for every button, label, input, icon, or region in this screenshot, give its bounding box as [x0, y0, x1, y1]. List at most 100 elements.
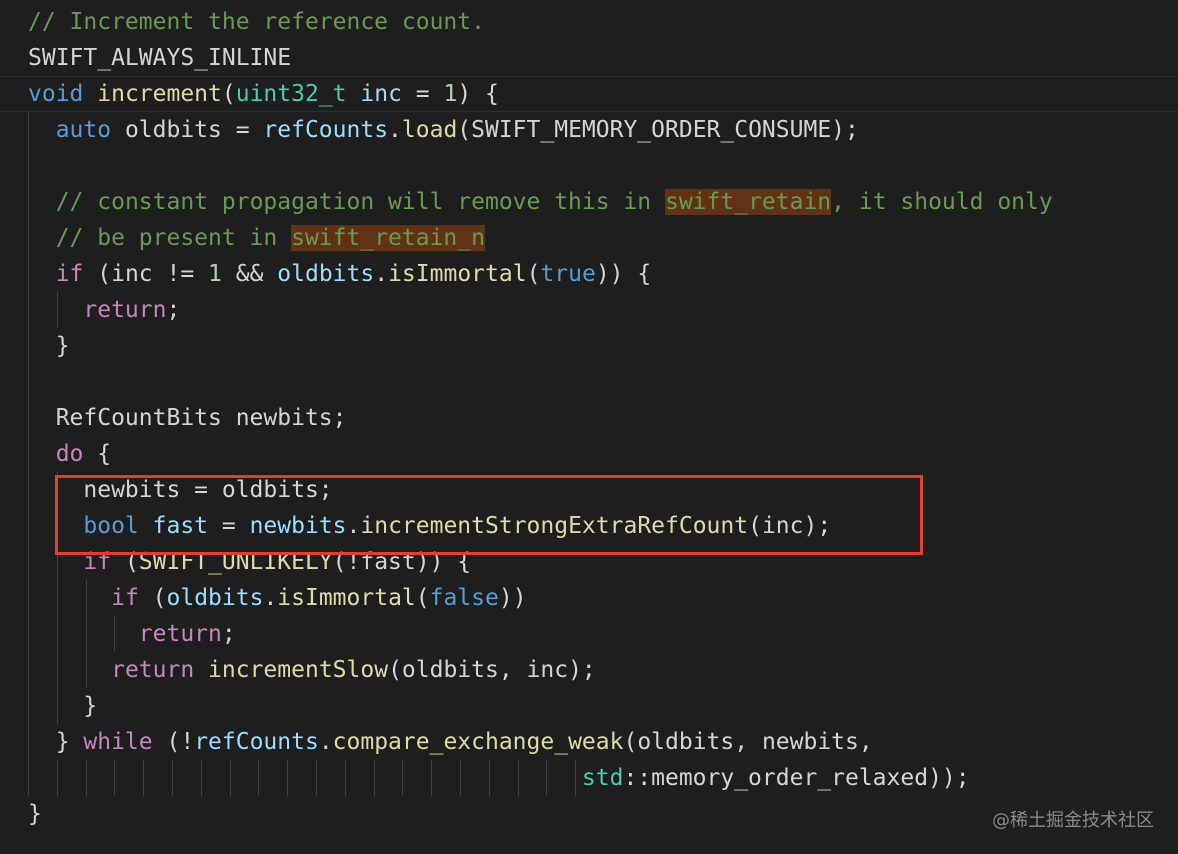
- code-token: SWIFT_UNLIKELY: [138, 549, 333, 575]
- code-line[interactable]: return;: [0, 616, 1178, 652]
- code-line[interactable]: if (oldbits.isImmortal(false)): [0, 580, 1178, 616]
- code-token: =: [401, 81, 444, 107]
- code-line[interactable]: // be present in swift_retain_n: [0, 220, 1178, 256]
- code-token: std: [581, 765, 624, 791]
- code-text: }: [28, 796, 42, 832]
- code-line[interactable]: if (SWIFT_UNLIKELY(!fast)) {: [0, 544, 1178, 580]
- code-token: }: [28, 333, 70, 359]
- code-token: increment: [97, 81, 222, 107]
- code-line[interactable]: std::memory_order_relaxed));: [0, 760, 1178, 796]
- code-token: compare_exchange_weak: [332, 729, 624, 755]
- code-line[interactable]: bool fast = newbits.incrementStrongExtra…: [0, 508, 1178, 544]
- code-text: }: [28, 328, 70, 364]
- code-token: )) {: [595, 261, 652, 287]
- code-text: void increment(uint32_t inc = 1) {: [28, 77, 499, 111]
- code-token: RefCountBits newbits;: [28, 405, 347, 431]
- code-token: // be present in: [55, 225, 292, 251]
- code-line[interactable]: [0, 148, 1178, 184]
- code-token: .: [388, 117, 402, 143]
- code-text: bool fast = newbits.incrementStrongExtra…: [28, 508, 831, 544]
- code-token: do: [55, 441, 84, 467]
- code-line[interactable]: }: [0, 688, 1178, 724]
- code-token: (SWIFT_MEMORY_ORDER_CONSUME);: [457, 117, 859, 143]
- code-token: refCounts: [263, 117, 389, 143]
- code-token: (inc);: [748, 513, 832, 539]
- code-line[interactable]: // Increment the reference count.: [0, 4, 1178, 40]
- code-token: ) {: [457, 81, 499, 107]
- code-token: }: [28, 801, 42, 827]
- code-token: isImmortal: [277, 585, 416, 611]
- code-token: ;: [221, 621, 236, 647]
- code-text: if (inc != 1 && oldbits.isImmortal(true)…: [28, 256, 652, 292]
- code-token: // constant propagation will remove this…: [55, 189, 665, 215]
- indent-guide: [28, 364, 29, 400]
- code-token: ;: [166, 297, 181, 323]
- code-line[interactable]: // constant propagation will remove this…: [0, 184, 1178, 220]
- code-token: ::memory_order_relaxed));: [623, 765, 970, 791]
- code-token: (oldbits, newbits,: [623, 729, 873, 755]
- code-token: }: [28, 729, 84, 755]
- code-line[interactable]: return incrementSlow(oldbits, inc);: [0, 652, 1178, 688]
- code-token: inc: [360, 81, 402, 107]
- code-line[interactable]: [0, 364, 1178, 400]
- code-token: &&: [221, 261, 278, 287]
- code-line[interactable]: SWIFT_ALWAYS_INLINE: [0, 40, 1178, 76]
- code-text: }: [28, 688, 97, 724]
- code-line[interactable]: if (inc != 1 && oldbits.isImmortal(true)…: [0, 256, 1178, 292]
- code-text: return;: [28, 616, 236, 652]
- search-match: swift_retain: [664, 189, 832, 215]
- code-token: incrementStrongExtraRefCount: [360, 513, 749, 539]
- code-line[interactable]: void increment(uint32_t inc = 1) {: [0, 76, 1178, 112]
- code-token: }: [28, 693, 98, 719]
- code-token: (: [138, 585, 167, 611]
- code-line[interactable]: return;: [0, 292, 1178, 328]
- code-line[interactable]: } while (!refCounts.compare_exchange_wea…: [0, 724, 1178, 760]
- code-text: // be present in swift_retain_n: [28, 220, 485, 256]
- code-line[interactable]: do {: [0, 436, 1178, 472]
- code-token: (: [221, 81, 236, 107]
- code-token: fast: [152, 513, 209, 539]
- code-token: if: [83, 549, 112, 575]
- search-match: swift_retain_n: [291, 225, 485, 251]
- code-line[interactable]: newbits = oldbits;: [0, 472, 1178, 508]
- indent-guide: [28, 148, 29, 184]
- code-text: // constant propagation will remove this…: [28, 184, 1053, 220]
- code-text: SWIFT_ALWAYS_INLINE: [28, 40, 291, 76]
- code-token: refCounts: [194, 729, 319, 755]
- code-text: return;: [28, 292, 180, 328]
- code-token: (: [415, 585, 430, 611]
- code-text: do {: [28, 436, 111, 472]
- code-token: )): [498, 585, 527, 611]
- code-token: .: [318, 729, 333, 755]
- code-token: true: [540, 261, 596, 287]
- code-token: load: [401, 117, 458, 143]
- code-token: // Increment the reference count.: [28, 9, 485, 35]
- code-editor[interactable]: // Increment the reference count. SWIFT_A…: [0, 0, 1178, 854]
- code-token: (: [526, 261, 541, 287]
- code-token: return: [111, 657, 195, 683]
- code-text: RefCountBits newbits;: [28, 400, 347, 436]
- code-token: 1: [443, 81, 458, 107]
- code-token: =: [208, 513, 250, 539]
- code-token: , it should only: [831, 189, 1053, 215]
- code-token: (!: [152, 729, 195, 755]
- code-token: false: [429, 585, 499, 611]
- code-token: oldbits: [277, 261, 375, 287]
- code-token: (inc !=: [83, 261, 209, 287]
- code-token: if: [55, 261, 84, 287]
- code-line[interactable]: }: [0, 328, 1178, 364]
- code-line[interactable]: auto oldbits = refCounts.load(SWIFT_MEMO…: [0, 112, 1178, 148]
- watermark: @稀土掘金技术社区: [992, 810, 1154, 831]
- code-token: 1: [208, 261, 222, 287]
- code-token: return: [138, 621, 222, 647]
- code-token: (: [111, 549, 139, 575]
- code-line[interactable]: RefCountBits newbits;: [0, 400, 1178, 436]
